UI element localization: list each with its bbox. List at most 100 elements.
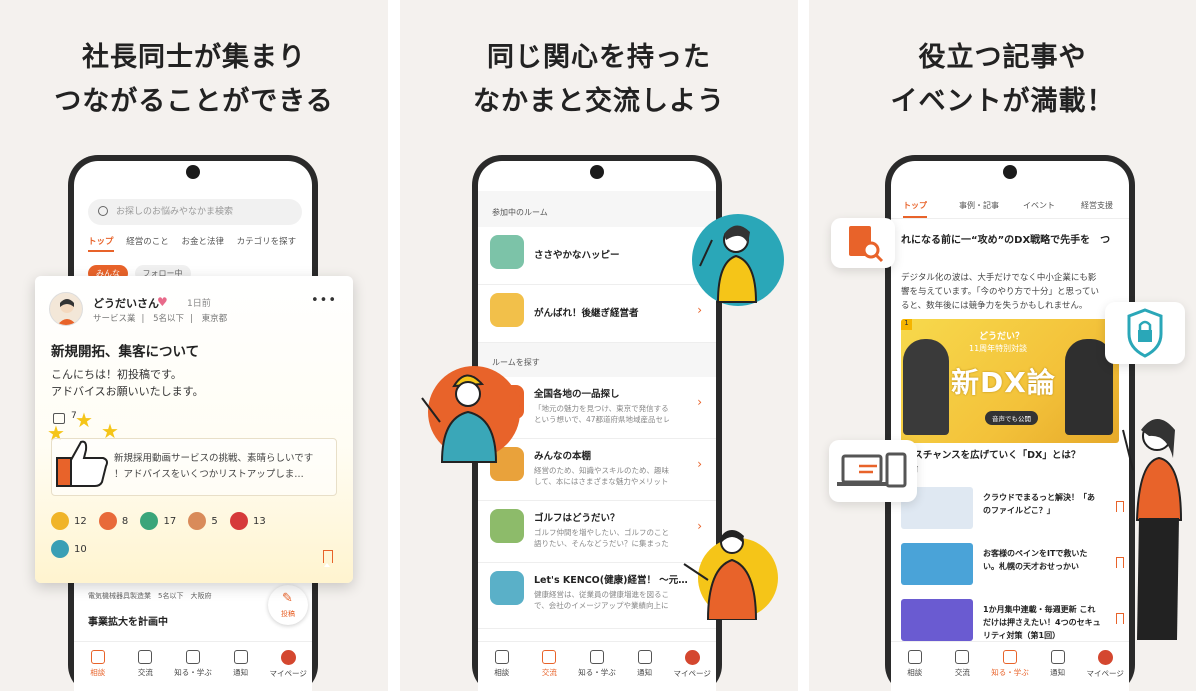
- nav-consult[interactable]: 相談: [893, 650, 937, 691]
- reaction-item[interactable]: 12: [51, 512, 87, 530]
- user-name[interactable]: どうだいさん: [93, 295, 159, 311]
- bell-icon: [637, 650, 652, 664]
- room-thumbnail: [490, 293, 524, 327]
- search-input[interactable]: お探しのお悩みやなかま検索: [88, 199, 302, 225]
- room-item[interactable]: がんばれ！後継ぎ経営者 ›: [478, 285, 716, 343]
- reaction-item[interactable]: 5: [188, 512, 218, 530]
- headline: 役立つ記事や イベントが満載！: [890, 42, 1115, 117]
- nav-learn[interactable]: 知る・学ぶ: [171, 650, 215, 691]
- headline: 同じ関心を持った なかまと交流しよう: [473, 42, 725, 117]
- headline: 社長同士が集まり つながることができる: [54, 42, 334, 117]
- nav-consult[interactable]: 相談: [76, 650, 120, 691]
- nav-notifications[interactable]: 通知: [1036, 650, 1080, 691]
- bell-icon: [233, 650, 248, 664]
- reaction-list: 12 8 17 5 13 10: [51, 512, 341, 568]
- tab-top[interactable]: トップ: [88, 235, 114, 252]
- reaction-icon: [51, 540, 69, 558]
- featured-article-image[interactable]: 1 どうだい？ 11周年特別対談 新DX論 音声でも公開: [901, 319, 1119, 443]
- chat-icon: [494, 650, 509, 664]
- tab-find-category[interactable]: カテゴリを探す: [237, 235, 297, 247]
- featured-post-card[interactable]: どうだいさん ♥ 1日前 サービス業 | 5名以下 | 東京都 ••• 新規開拓、集…: [35, 276, 353, 583]
- tab-management[interactable]: 経営のこと: [126, 235, 169, 247]
- reaction-item[interactable]: 17: [140, 512, 176, 530]
- content-tabs: トップ 事例・記事 イベント 経営支援: [891, 197, 1129, 219]
- article-lead: デジタル化の波は、大手だけでなく中小企業にも影 響を与えています。「今のやり方で…: [901, 273, 1100, 311]
- bottom-nav: 相談 交流 知る・学ぶ 通知 マイページ: [74, 641, 312, 691]
- avatar: [1097, 650, 1113, 665]
- list-item[interactable]: 1か月集中連載・毎週更新 これだけは押さえたい！4つのセキュリティ対策（第1回）: [901, 599, 1126, 643]
- post-title: 新規開拓、集客について: [51, 344, 200, 360]
- reaction-item[interactable]: 13: [229, 512, 266, 530]
- nav-notifications[interactable]: 通知: [219, 650, 263, 691]
- speaker-photo: [903, 339, 949, 435]
- post-title[interactable]: 事業拡大を計画中: [88, 613, 168, 628]
- search-icon: [98, 206, 108, 216]
- bookmark-icon[interactable]: [323, 550, 333, 567]
- avatar: [280, 650, 296, 665]
- audio-badge: 音声でも公開: [985, 411, 1038, 425]
- nav-learn[interactable]: 知る・学ぶ: [988, 650, 1032, 691]
- avatar: [684, 650, 700, 665]
- user-meta: サービス業 | 5名以下 | 東京都: [93, 314, 228, 324]
- post-time: 1日前: [187, 299, 211, 309]
- chat-icon: [907, 650, 922, 664]
- nav-notifications[interactable]: 通知: [623, 650, 667, 691]
- bottom-nav: 相談 交流 知る・学ぶ 通知 マイページ: [478, 641, 716, 691]
- tab-money-law[interactable]: お金と法律: [181, 235, 224, 247]
- post-meta: 電気機械器具製造業 5名以下 大阪府: [88, 592, 212, 600]
- people-icon: [138, 650, 153, 664]
- rank-badge: 1: [901, 319, 912, 330]
- promo-panel-2: 同じ関心を持った なかまと交流しよう 参加中のルーム ささやかなハッピー がんば…: [400, 0, 798, 691]
- article-thumbnail: [901, 599, 973, 641]
- nav-mypage[interactable]: マイページ: [670, 650, 714, 691]
- category-tabs: トップ 経営のこと お金と法律 カテゴリを探す: [88, 235, 312, 255]
- nav-learn[interactable]: 知る・学ぶ: [575, 650, 619, 691]
- star-icon: ★: [75, 408, 93, 432]
- devices-icon: [829, 440, 917, 502]
- nav-consult[interactable]: 相談: [480, 650, 524, 691]
- tab-top[interactable]: トップ: [903, 200, 927, 218]
- bell-icon: [1050, 650, 1065, 664]
- list-item[interactable]: お客様のペインをITで救いたい。札幌の天才おせっかい: [901, 543, 1126, 587]
- heart-icon: ♥: [157, 295, 168, 309]
- man-illustration: [683, 530, 778, 620]
- avatar: [49, 292, 83, 326]
- section-label: 参加中のルーム: [492, 208, 548, 217]
- reaction-icon: [51, 512, 69, 530]
- chevron-right-icon: ›: [697, 457, 702, 471]
- nav-mypage[interactable]: マイページ: [266, 650, 310, 691]
- woman-illustration: [1122, 419, 1183, 640]
- nav-exchange[interactable]: 交流: [940, 650, 984, 691]
- list-item[interactable]: クラウドでまるっと解決！「あのファイルどこ？」: [901, 487, 1126, 531]
- reaction-item[interactable]: 10: [51, 540, 87, 558]
- promo-panel-3: 役立つ記事や イベントが満載！ トップ 事例・記事 イベント 経営支援 れになる…: [809, 0, 1196, 691]
- chevron-right-icon: ›: [697, 395, 702, 409]
- post-body: こんにちは！初投稿です。 アドバイスお願いいたします。: [51, 368, 204, 398]
- nav-exchange[interactable]: 交流: [123, 650, 167, 691]
- worker-illustration: [421, 366, 520, 463]
- camera-dot: [1003, 165, 1017, 179]
- tab-support[interactable]: 経営支援: [1081, 200, 1113, 211]
- people-icon: [542, 650, 557, 664]
- promo-panel-1: 社長同士が集まり つながることができる お探しのお悩みやなかま検索 トップ 経営…: [0, 0, 388, 691]
- thumbs-up-icon: [56, 440, 108, 487]
- reaction-icon: [229, 512, 248, 530]
- post-fab-button[interactable]: 投稿: [268, 585, 308, 625]
- tab-cases-articles[interactable]: 事例・記事: [959, 200, 999, 211]
- phone-frame: トップ 事例・記事 イベント 経営支援 れになる前に一“攻め”のDX戦略で先手を…: [885, 155, 1135, 691]
- reaction-icon: [140, 512, 159, 530]
- reaction-icon: [188, 512, 207, 530]
- article-subtitle[interactable]: 'ネスチャンスを広げていく「DX」とは？ X論: [901, 449, 1126, 477]
- nav-exchange[interactable]: 交流: [527, 650, 571, 691]
- room-thumbnail: [490, 235, 524, 269]
- more-options-icon[interactable]: •••: [311, 293, 337, 308]
- book-icon: [589, 650, 604, 664]
- room-item[interactable]: ささやかなハッピー: [478, 227, 716, 285]
- reaction-icon: [98, 512, 117, 530]
- reaction-item[interactable]: 8: [98, 512, 128, 530]
- tab-events[interactable]: イベント: [1023, 200, 1055, 211]
- article-title[interactable]: れになる前に一“攻め”のDX戦略で先手を つ: [901, 233, 1126, 248]
- article-thumbnail: [901, 543, 973, 585]
- lock-shield-icon: [1105, 302, 1185, 364]
- room-thumbnail: [490, 571, 524, 605]
